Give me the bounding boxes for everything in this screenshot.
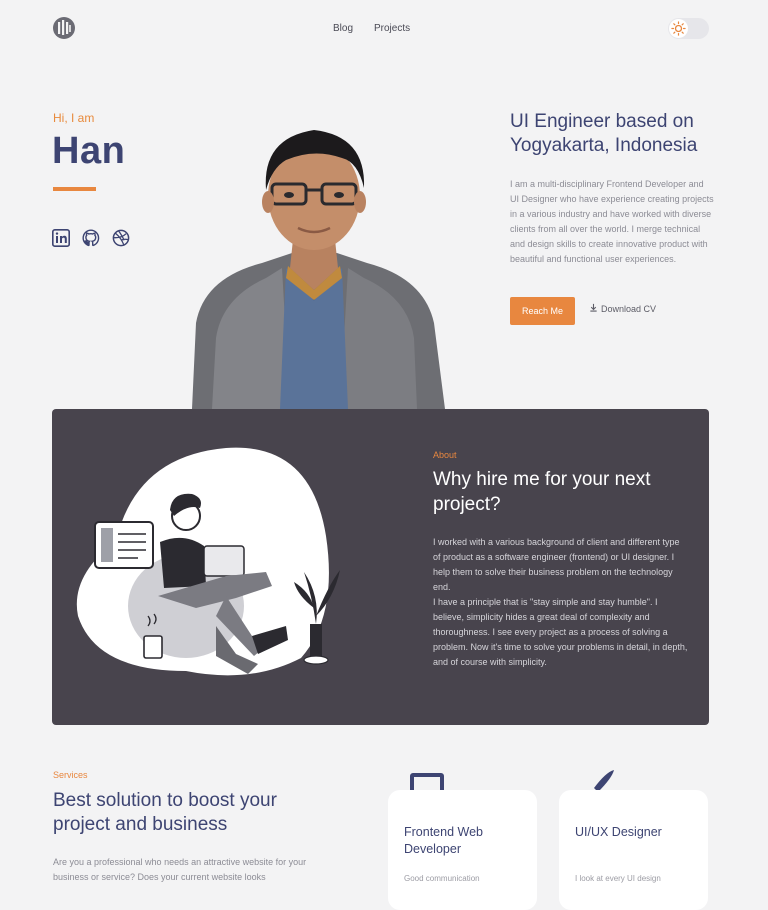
service-card-text: I look at every UI design — [575, 874, 661, 883]
services-body: Are you a professional who needs an attr… — [53, 857, 307, 882]
theme-toggle[interactable] — [668, 18, 709, 39]
service-card-title: UI/UX Designer — [575, 825, 662, 839]
service-card-uiux[interactable]: UI/UX Designer I look at every UI design — [559, 790, 708, 910]
about-body: I worked with a various background of cl… — [433, 535, 688, 670]
service-card-title: Frontend Web Developer — [404, 825, 483, 856]
hero-bio: I am a multi-disciplinary Frontend Devel… — [510, 179, 714, 264]
logo[interactable] — [52, 16, 76, 40]
service-card-text: Good communication — [404, 874, 480, 883]
download-cv-label: Download CV — [601, 303, 657, 314]
download-cv-link[interactable]: Download CV — [589, 303, 656, 314]
service-card-frontend[interactable]: Frontend Web Developer Good communicatio… — [388, 790, 537, 910]
about-title: Why hire me for your next project? — [433, 469, 651, 515]
about-illustration — [76, 446, 346, 691]
nav-projects-link[interactable]: Projects — [374, 23, 410, 34]
about-paragraph-1: I worked with a various background of cl… — [433, 537, 680, 592]
sun-icon — [669, 19, 688, 38]
about-label: About — [433, 450, 457, 460]
nav-blog-link[interactable]: Blog — [333, 23, 353, 34]
github-icon[interactable] — [82, 229, 102, 249]
name-underline — [53, 187, 96, 191]
about-paragraph-2: I have a principle that is "stay simple … — [433, 597, 688, 667]
services-label: Services — [53, 770, 88, 780]
download-icon — [589, 303, 598, 314]
reach-me-button[interactable]: Reach Me — [510, 297, 575, 325]
profile-photo — [182, 118, 447, 409]
hero-name: Han — [52, 130, 126, 172]
dribbble-icon[interactable] — [112, 229, 132, 249]
hero-headline: UI Engineer based on Yogyakarta, Indones… — [510, 111, 698, 156]
hero-greeting: Hi, I am — [53, 111, 95, 125]
linkedin-icon[interactable] — [52, 229, 72, 249]
services-title: Best solution to boost your project and … — [53, 790, 277, 835]
